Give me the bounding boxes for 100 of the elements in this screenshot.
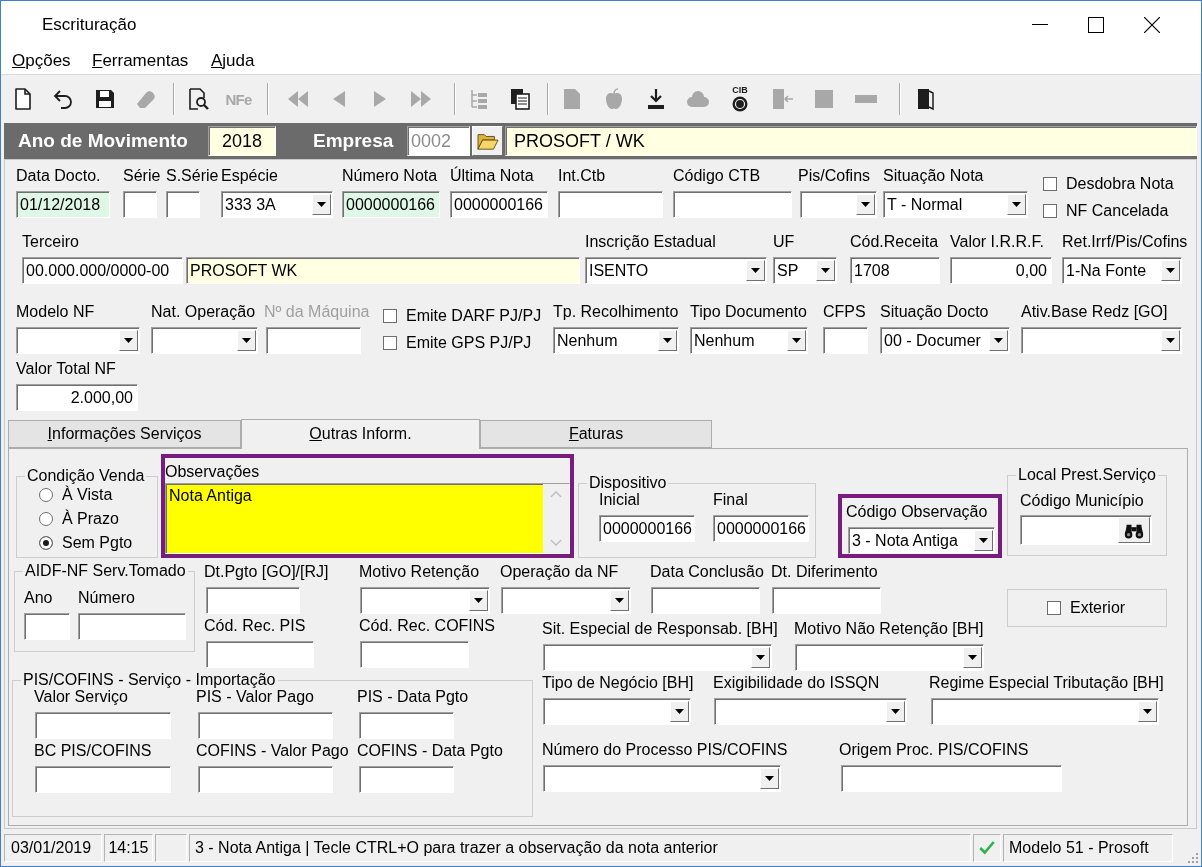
toolbar-button[interactable]: CIB [719, 79, 761, 119]
menu-item[interactable]: Ferramentas [86, 49, 205, 73]
dropdown-button[interactable] [610, 590, 629, 611]
dropdown-field[interactable]: 3 - Nota Antiga [848, 527, 995, 554]
dropdown-field[interactable]: Nenhum [553, 327, 679, 354]
text-field[interactable]: 1708 [850, 257, 940, 284]
text-field[interactable]: 0000000166 [450, 191, 548, 218]
caret-down-icon [792, 338, 801, 343]
dropdown-field[interactable] [714, 698, 907, 725]
menu-item[interactable]: Opções [6, 49, 86, 73]
dropdown-field[interactable] [800, 191, 877, 218]
text-field[interactable]: 0000000166 [713, 515, 809, 542]
field-label: Número do Processo PIS/COFINS [542, 741, 788, 759]
dropdown-button[interactable] [856, 194, 875, 215]
dropdown-field[interactable] [1021, 327, 1182, 354]
text-field[interactable] [78, 613, 186, 640]
text-field[interactable] [823, 327, 868, 354]
text-field[interactable] [198, 712, 333, 739]
tab[interactable]: Outras Inform. [241, 419, 480, 449]
number-field[interactable]: 2.000,00 [16, 384, 138, 411]
dropdown-button[interactable] [760, 768, 779, 789]
dropdown-field[interactable]: T - Normal [883, 191, 1028, 218]
dropdown-field[interactable] [360, 587, 490, 614]
checkbox[interactable] [383, 336, 397, 350]
dropdown-field[interactable] [16, 327, 140, 354]
text-field[interactable]: PROSOFT / WK [505, 126, 1197, 156]
tab[interactable]: Informações Serviços [8, 420, 241, 448]
tab[interactable]: Faturas [480, 420, 712, 448]
dropdown-field[interactable] [151, 327, 258, 354]
text-field[interactable]: 0000000166 [342, 191, 440, 218]
dropdown-field[interactable]: ISENTO [585, 257, 767, 284]
dropdown-field[interactable] [795, 644, 984, 671]
dropdown-button[interactable] [670, 701, 689, 722]
text-field[interactable] [123, 191, 157, 218]
text-field[interactable]: 2018 [208, 126, 276, 156]
text-field[interactable] [206, 641, 314, 668]
dropdown-field[interactable]: Nenhum [690, 327, 808, 354]
dropdown-field[interactable]: 00 - Documer [880, 327, 1010, 354]
text-field[interactable] [206, 587, 300, 614]
dropdown-field[interactable]: 333 3A [221, 191, 333, 218]
checkbox[interactable] [1047, 601, 1061, 615]
text-field[interactable] [24, 613, 70, 640]
text-field[interactable] [35, 766, 171, 793]
text-field[interactable] [772, 587, 881, 614]
text-field[interactable] [673, 191, 792, 218]
dropdown-button[interactable] [1007, 194, 1026, 215]
radio-button[interactable] [39, 488, 53, 502]
dropdown-button[interactable] [469, 590, 488, 611]
text-field[interactable] [558, 191, 663, 218]
resize-grip-icon[interactable] [1186, 851, 1198, 863]
text-field[interactable]: 01/12/2018 [16, 191, 110, 218]
dropdown-button[interactable] [963, 647, 982, 668]
dropdown-field[interactable]: SP [773, 257, 837, 284]
text-field[interactable]: 0000000166 [599, 515, 695, 542]
checkbox[interactable] [383, 309, 397, 323]
dropdown-button[interactable] [787, 330, 806, 351]
dropdown-button[interactable] [237, 330, 256, 351]
text-field[interactable] [651, 587, 760, 614]
checkbox[interactable] [1043, 177, 1057, 191]
text-field[interactable]: PROSOFT WK [186, 257, 580, 284]
checkbox[interactable] [1043, 204, 1057, 218]
dropdown-button[interactable] [1161, 330, 1180, 351]
dropdown-field[interactable] [501, 587, 631, 614]
field-label: Número Nota [342, 167, 438, 185]
dropdown-button[interactable] [746, 260, 765, 281]
dropdown-button[interactable] [119, 330, 138, 351]
search-button[interactable] [1118, 517, 1150, 543]
dropdown-field[interactable] [543, 698, 691, 725]
caret-down-icon [979, 538, 988, 543]
text-field[interactable]: 00.000.000/0000-00 [22, 257, 183, 284]
text-field[interactable] [266, 327, 361, 354]
text-field[interactable] [35, 712, 171, 739]
text-field[interactable] [359, 766, 454, 793]
dropdown-button[interactable] [312, 194, 331, 215]
text-field[interactable] [359, 712, 454, 739]
dropdown-field[interactable] [543, 765, 781, 792]
memo-field[interactable]: Nota Antiga [165, 483, 570, 554]
dropdown-field[interactable] [543, 644, 772, 671]
field-label: PIS - Data Pgto [357, 688, 469, 706]
radio-button[interactable] [39, 512, 53, 526]
text-field[interactable] [841, 765, 1062, 792]
text-field[interactable] [1020, 515, 1152, 545]
radio-button[interactable] [39, 536, 53, 550]
caret-down-icon [663, 338, 672, 343]
number-field[interactable]: 0,00 [950, 257, 1052, 284]
dropdown-button[interactable] [658, 330, 677, 351]
text-field[interactable] [198, 766, 333, 793]
dropdown-button[interactable] [1161, 260, 1180, 281]
menu-item[interactable]: Ajuda [205, 49, 263, 73]
text-field[interactable] [166, 191, 200, 218]
dropdown-field[interactable]: 1-Na Fonte [1062, 257, 1182, 284]
dropdown-field[interactable] [931, 698, 1159, 725]
text-field[interactable] [360, 641, 469, 668]
dropdown-button[interactable] [989, 330, 1008, 351]
folder-button[interactable] [472, 126, 503, 156]
dropdown-button[interactable] [974, 530, 993, 551]
dropdown-button[interactable] [751, 647, 770, 668]
dropdown-button[interactable] [886, 701, 905, 722]
dropdown-button[interactable] [816, 260, 835, 281]
dropdown-button[interactable] [1138, 701, 1157, 722]
